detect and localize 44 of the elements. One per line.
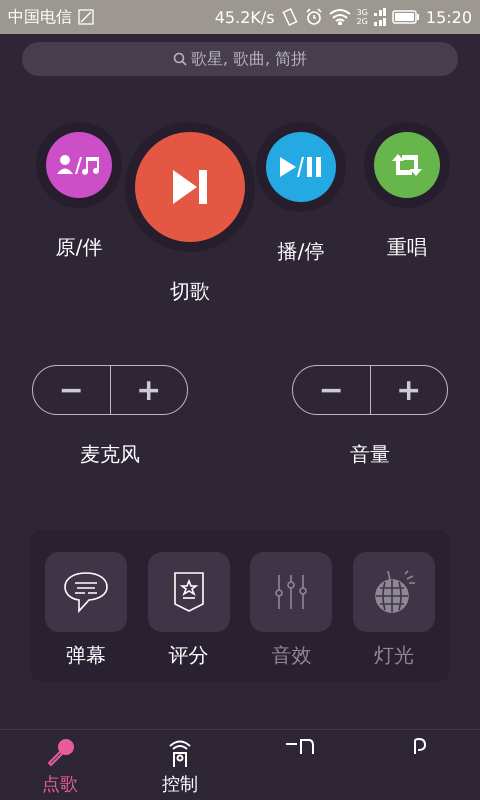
network-speed: 45.2K/s [214,8,275,26]
clock-time: 15:20 [426,8,472,26]
control-button[interactable] [46,132,112,198]
search-icon [172,52,187,66]
network-type: 2G [356,17,368,26]
play-pause-icon [279,155,323,179]
alarm-icon [304,8,323,26]
control-label: 原/伴 [56,234,102,261]
vocal-accompaniment-icon [57,154,101,176]
stepper-label: 音量 [350,441,390,468]
nav-tab[interactable]: 点歌 [0,730,120,800]
repeat-icon [392,152,422,178]
star-badge-icon [172,571,206,613]
equalizer-icon [273,574,310,610]
decrease-button[interactable]: − [33,366,110,414]
feature-label: 评分 [168,642,209,669]
control-button[interactable] [135,132,245,242]
skip-next-icon [170,167,210,207]
control-button[interactable] [374,132,440,198]
microphone-icon [45,738,75,768]
control-label: 播/停 [278,238,324,265]
decrease-button[interactable]: − [293,366,370,414]
signal-icon [374,8,386,26]
control-label: 切歌 [170,278,210,305]
wifi-icon [328,9,351,25]
stepper-label: 麦克风 [80,441,140,468]
vibrate-icon [280,8,299,26]
feature-label: 音效 [271,642,312,669]
feature-label: 灯光 [374,642,414,669]
control-button[interactable] [266,132,336,202]
remote-control-icon [167,738,193,768]
speech-bubble-icon [63,571,109,613]
feature-label: 弹幕 [66,642,106,669]
feature-button[interactable] [45,552,127,632]
feature-button[interactable] [148,552,230,632]
nav-tab[interactable]: 控制 [120,730,240,800]
carrier-name: 中国电信 [8,6,72,28]
search-field[interactable]: 歌星, 歌曲, 简拼 [22,42,458,76]
control-label: 重唱 [387,234,427,261]
increase-button[interactable]: + [370,366,447,414]
battery-icon [392,9,420,25]
increase-button[interactable]: + [110,366,187,414]
network-type: 3G [356,8,368,17]
image-icon [78,9,94,25]
